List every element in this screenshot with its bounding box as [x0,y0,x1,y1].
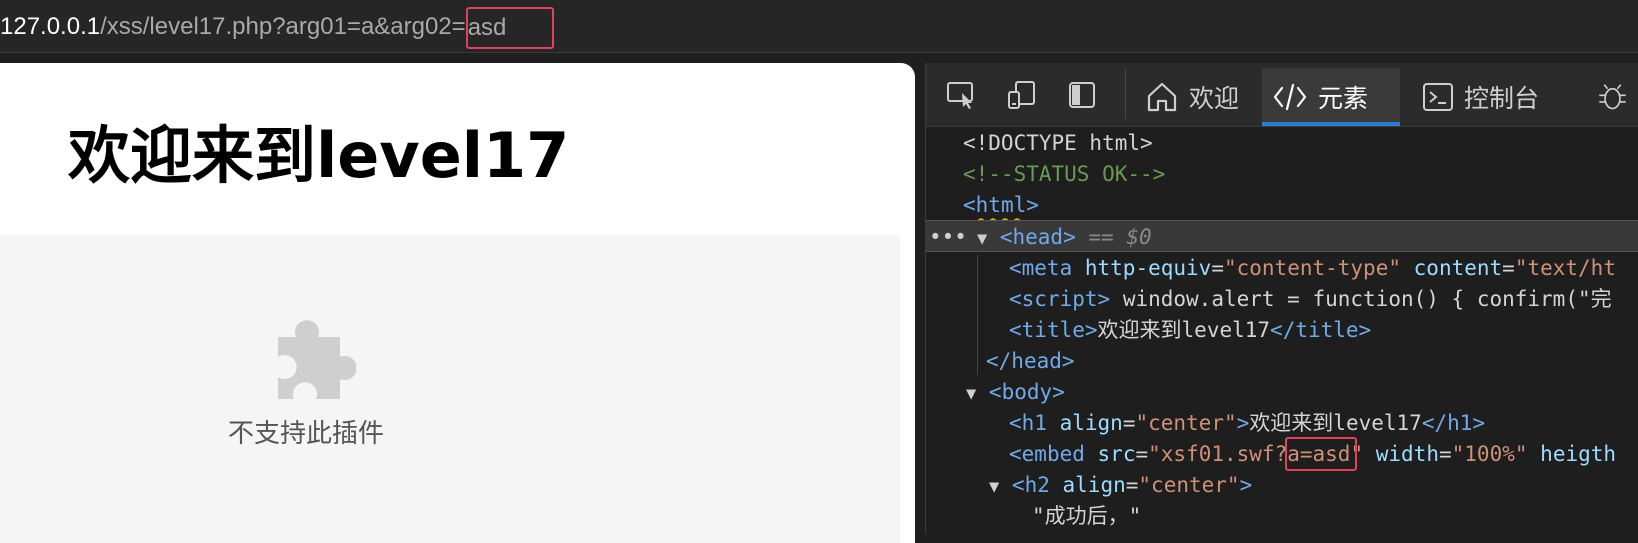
embed-plugin-placeholder: 不支持此插件 [0,235,900,543]
bug-icon [1599,84,1626,110]
plugin-unsupported-message: 不支持此插件 [228,419,385,449]
dom-line-body[interactable]: ▼ <body> [926,376,1638,408]
address-bar[interactable]: 127.0.0.1/xss/level17.php?arg01=a&arg02=… [0,0,1638,53]
inspect-icon[interactable] [944,77,980,113]
devtools-toolbar: 欢迎 元素 控制台 [926,63,1638,127]
split-divider[interactable] [915,63,925,543]
page-title: 欢迎来到level17 [68,119,570,192]
tab-elements[interactable]: 元素 [1262,68,1400,126]
collapse-triangle-icon[interactable]: ▼ [966,384,976,404]
dom-line-h2-text[interactable]: "成功后，" [926,500,1638,532]
tab-debugger[interactable] [1586,68,1638,126]
dom-line-title[interactable]: <title>欢迎来到level17</title> [926,314,1638,346]
embed-src-highlight-box [1285,437,1357,471]
dom-line-embed[interactable]: <embed src="xsf01.swf?a=asd" width="100%… [926,438,1638,470]
collapse-triangle-icon[interactable]: ▼ [989,477,999,497]
code-icon [1273,83,1307,111]
page-viewport: 欢迎来到level17 不支持此插件 [0,63,915,543]
tab-console[interactable]: 控制台 [1412,68,1572,126]
dom-line-head-selected[interactable]: ••• ▼ <head> == $0 [926,220,1638,252]
tab-welcome-label: 欢迎 [1189,84,1240,113]
dom-line-h1[interactable]: <h1 align="center">欢迎来到level17</h1> [926,407,1638,439]
tab-welcome[interactable]: 欢迎 [1135,68,1245,126]
dom-line-comment[interactable]: <!--STATUS OK--> [926,158,1638,190]
selected-node-marker: == $0 [1088,225,1152,249]
dom-line-h2[interactable]: ▼ <h2 align="center"> [926,469,1638,501]
devtools-panel: 欢迎 元素 控制台 <!DOCTYPE html> <!--STATUS OK-… [925,63,1638,534]
device-emulation-icon[interactable] [1004,77,1040,113]
collapse-triangle-icon[interactable]: ▼ [977,229,987,249]
url-text[interactable]: 127.0.0.1/xss/level17.php?arg01=a&arg02=… [0,6,555,49]
dock-side-icon[interactable] [1064,77,1100,113]
dom-tree[interactable]: <!DOCTYPE html> <!--STATUS OK--> <html> … [926,127,1638,534]
ellipsis-menu-icon[interactable]: ••• [929,225,967,249]
tab-console-label: 控制台 [1464,84,1540,113]
home-icon [1147,82,1177,112]
dom-line-head-close[interactable]: </head> [926,345,1638,377]
puzzle-piece-icon [278,320,356,399]
dom-line-script[interactable]: <script> window.alert = function() { con… [926,283,1638,315]
console-icon [1423,83,1453,111]
url-host: 127.0.0.1 [0,13,101,40]
url-path: /xss/level17.php?arg01=a&arg02= [100,13,466,40]
tab-elements-label: 元素 [1318,84,1369,113]
dom-line-html[interactable]: <html> [926,189,1638,221]
url-highlighted-value: asd [465,7,555,49]
dom-line-meta[interactable]: <meta http-equiv="content-type" content=… [926,252,1638,284]
toolbar-separator [1125,69,1126,119]
dom-line-doctype[interactable]: <!DOCTYPE html> [926,127,1638,159]
